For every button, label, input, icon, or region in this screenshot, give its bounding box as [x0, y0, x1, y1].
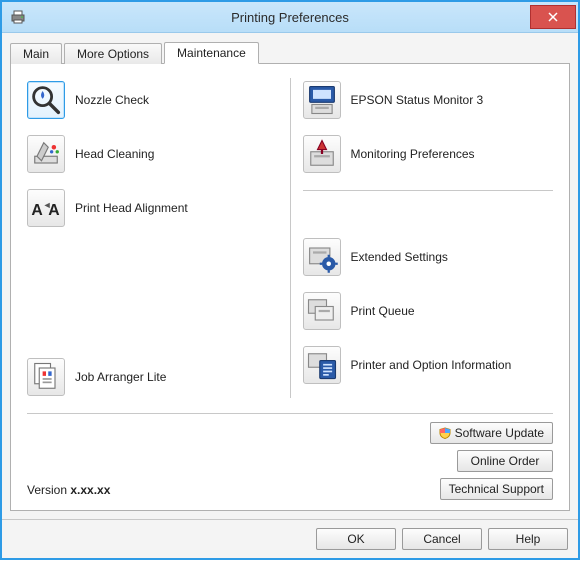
online-order-button[interactable]: Online Order	[457, 450, 553, 472]
left-column: Nozzle Check Head Cleaning A◄A Print Hea…	[27, 78, 278, 409]
shield-icon	[439, 427, 455, 439]
right-column: EPSON Status Monitor 3 Monitoring Prefer…	[303, 78, 554, 409]
window-title: Printing Preferences	[2, 10, 578, 25]
version-label: Version	[27, 483, 70, 497]
monitoring-preferences-label: Monitoring Preferences	[351, 147, 475, 161]
tab-panel-maintenance: Nozzle Check Head Cleaning A◄A Print Hea…	[10, 63, 570, 511]
version-text: Version x.xx.xx	[27, 483, 110, 500]
cancel-button[interactable]: Cancel	[402, 528, 482, 550]
monitoring-preferences-icon	[303, 135, 341, 173]
job-arranger-lite-item[interactable]: Job Arranger Lite	[27, 355, 278, 399]
printer-icon	[10, 9, 26, 25]
nozzle-check-item[interactable]: Nozzle Check	[27, 78, 278, 122]
bottom-row: Version x.xx.xx Software Update Online O…	[27, 422, 553, 500]
close-icon	[548, 12, 558, 22]
print-head-alignment-item[interactable]: A◄A Print Head Alignment	[27, 186, 278, 230]
tab-main[interactable]: Main	[10, 43, 62, 64]
technical-support-button[interactable]: Technical Support	[440, 478, 553, 500]
head-cleaning-label: Head Cleaning	[75, 147, 154, 161]
svg-text:A: A	[31, 202, 42, 219]
extended-settings-item[interactable]: Extended Settings	[303, 235, 554, 279]
tab-maintenance[interactable]: Maintenance	[164, 42, 259, 64]
tab-strip: Main More Options Maintenance	[10, 39, 570, 63]
print-queue-icon	[303, 292, 341, 330]
status-monitor-icon	[303, 81, 341, 119]
monitoring-preferences-item[interactable]: Monitoring Preferences	[303, 132, 554, 176]
status-monitor-label: EPSON Status Monitor 3	[351, 93, 484, 107]
client-area: Main More Options Maintenance Nozzle Che…	[2, 33, 578, 519]
magnifier-drop-icon	[27, 81, 65, 119]
dialog-footer: OK Cancel Help	[2, 519, 578, 558]
printer-option-info-icon	[303, 346, 341, 384]
right-divider-1	[303, 190, 554, 191]
online-order-label: Online Order	[471, 454, 540, 468]
print-queue-label: Print Queue	[351, 304, 415, 318]
print-queue-item[interactable]: Print Queue	[303, 289, 554, 333]
svg-text:A: A	[48, 202, 59, 219]
head-cleaning-item[interactable]: Head Cleaning	[27, 132, 278, 176]
right-gap-1	[303, 205, 554, 235]
titlebar: Printing Preferences	[2, 2, 578, 33]
bottom-divider	[27, 413, 553, 414]
status-monitor-item[interactable]: EPSON Status Monitor 3	[303, 78, 554, 122]
print-head-alignment-icon: A◄A	[27, 189, 65, 227]
left-spacer	[27, 240, 278, 355]
printer-option-info-item[interactable]: Printer and Option Information	[303, 343, 554, 387]
job-arranger-lite-label: Job Arranger Lite	[75, 370, 166, 384]
software-update-button[interactable]: Software Update	[430, 422, 553, 444]
extended-settings-icon	[303, 238, 341, 276]
help-button[interactable]: Help	[488, 528, 568, 550]
nozzle-check-label: Nozzle Check	[75, 93, 149, 107]
close-button[interactable]	[530, 5, 576, 29]
columns: Nozzle Check Head Cleaning A◄A Print Hea…	[27, 78, 553, 409]
ok-button[interactable]: OK	[316, 528, 396, 550]
extended-settings-label: Extended Settings	[351, 250, 448, 264]
side-buttons: Software Update Online Order Technical S…	[430, 422, 553, 500]
print-head-alignment-label: Print Head Alignment	[75, 201, 188, 215]
technical-support-label: Technical Support	[449, 482, 544, 496]
vertical-divider	[290, 78, 291, 398]
printer-option-info-label: Printer and Option Information	[351, 358, 512, 372]
head-cleaning-icon	[27, 135, 65, 173]
software-update-label: Software Update	[455, 426, 544, 440]
job-arranger-icon	[27, 358, 65, 396]
window: Printing Preferences Main More Options M…	[0, 0, 580, 560]
version-number: x.xx.xx	[70, 483, 110, 497]
tab-more-options[interactable]: More Options	[64, 43, 162, 64]
